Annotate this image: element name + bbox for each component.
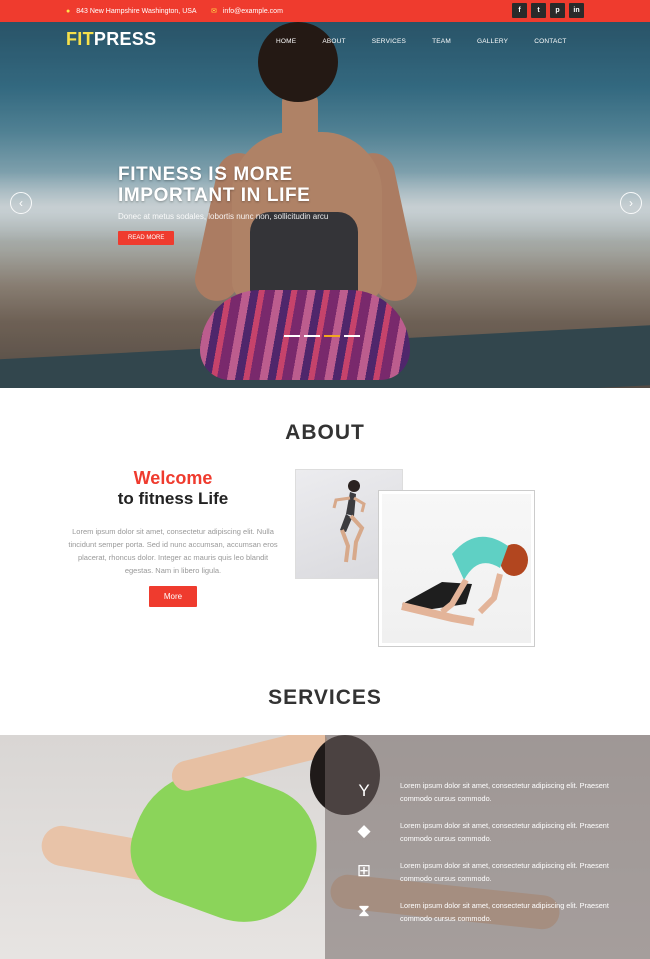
- sitemap-icon: ⊞: [356, 861, 372, 880]
- pinterest-icon[interactable]: p: [550, 3, 565, 18]
- service-text: Lorem ipsum dolor sit amet, consectetur …: [400, 821, 609, 843]
- yoga-glass-icon: Y: [358, 781, 370, 800]
- linkedin-icon[interactable]: in: [569, 3, 584, 18]
- envelope-icon: ✉: [211, 8, 217, 15]
- service-item: ⊞ Lorem ipsum dolor sit amet, consectetu…: [352, 859, 610, 885]
- chevron-right-icon[interactable]: ›: [620, 192, 642, 214]
- map-marker-icon: ●: [66, 7, 71, 15]
- services-title: SERVICES: [268, 686, 382, 709]
- stretching-woman-figure: [401, 536, 528, 626]
- slider-dot[interactable]: [284, 335, 300, 337]
- service-text: Lorem ipsum dolor sit amet, consectetur …: [400, 861, 609, 883]
- service-text: Lorem ipsum dolor sit amet, consectetur …: [400, 781, 609, 803]
- read-more-button[interactable]: READ MORE: [118, 231, 175, 245]
- social-links: f t p in: [512, 3, 584, 18]
- slider-dots: [284, 335, 360, 337]
- fox-icon: ◆: [357, 821, 371, 840]
- chevron-left-icon[interactable]: ‹: [10, 192, 32, 214]
- slider-dot[interactable]: [304, 335, 320, 337]
- nav-menu: HOME ABOUT SERVICES TEAM GALLERY CONTACT: [276, 38, 593, 45]
- service-item: ⧗ Lorem ipsum dolor sit amet, consectetu…: [352, 899, 610, 925]
- hero-caption: FITNESS IS MORE IMPORTANT IN LIFE Donec …: [118, 164, 328, 245]
- nav-item-home[interactable]: HOME: [276, 38, 296, 45]
- nav-item-team[interactable]: TEAM: [432, 38, 451, 45]
- about-paragraph: Lorem ipsum dolor sit amet, consectetur …: [68, 527, 278, 575]
- facebook-icon[interactable]: f: [512, 3, 527, 18]
- logo-part-press: PRESS: [93, 29, 157, 49]
- email-link[interactable]: info@example.com: [223, 8, 283, 15]
- top-bar: ● 843 New Hampshire Washington, USA ✉ in…: [0, 0, 650, 22]
- main-nav: FITPRESS HOME ABOUT SERVICES TEAM GALLER…: [0, 22, 650, 62]
- hero-subtitle: Donec at metus sodales, lobortis nunc no…: [118, 212, 329, 221]
- slider-dot-active[interactable]: [324, 335, 340, 337]
- service-item: ◆ Lorem ipsum dolor sit amet, consectetu…: [352, 819, 610, 845]
- email-info: ✉ info@example.com: [211, 0, 283, 22]
- hero-title: FITNESS IS MORE IMPORTANT IN LIFE: [118, 164, 311, 206]
- nav-item-contact[interactable]: CONTACT: [534, 38, 566, 45]
- service-text: Lorem ipsum dolor sit amet, consectetur …: [400, 901, 609, 923]
- slider-dot[interactable]: [344, 335, 360, 337]
- more-button[interactable]: More: [149, 586, 197, 607]
- logo-part-fit: FIT: [66, 29, 94, 49]
- nav-item-services[interactable]: SERVICES: [372, 38, 406, 45]
- services-section: Y Lorem ipsum dolor sit amet, consectetu…: [0, 735, 650, 959]
- twitter-icon[interactable]: t: [531, 3, 546, 18]
- address-info: ● 843 New Hampshire Washington, USA: [66, 0, 197, 22]
- nav-item-gallery[interactable]: GALLERY: [477, 38, 508, 45]
- address-text: 843 New Hampshire Washington, USA: [76, 7, 197, 15]
- services-overlay: [325, 735, 650, 959]
- site-logo[interactable]: FITPRESS: [66, 29, 156, 50]
- about-title: ABOUT: [285, 421, 365, 444]
- service-item: Y Lorem ipsum dolor sit amet, consectetu…: [352, 779, 610, 805]
- hero-slider: FITNESS IS MORE IMPORTANT IN LIFE Donec …: [0, 22, 650, 388]
- hourglass-icon: ⧗: [358, 901, 370, 920]
- fitness-photo-stretch: [378, 490, 535, 647]
- nav-item-about[interactable]: ABOUT: [322, 38, 345, 45]
